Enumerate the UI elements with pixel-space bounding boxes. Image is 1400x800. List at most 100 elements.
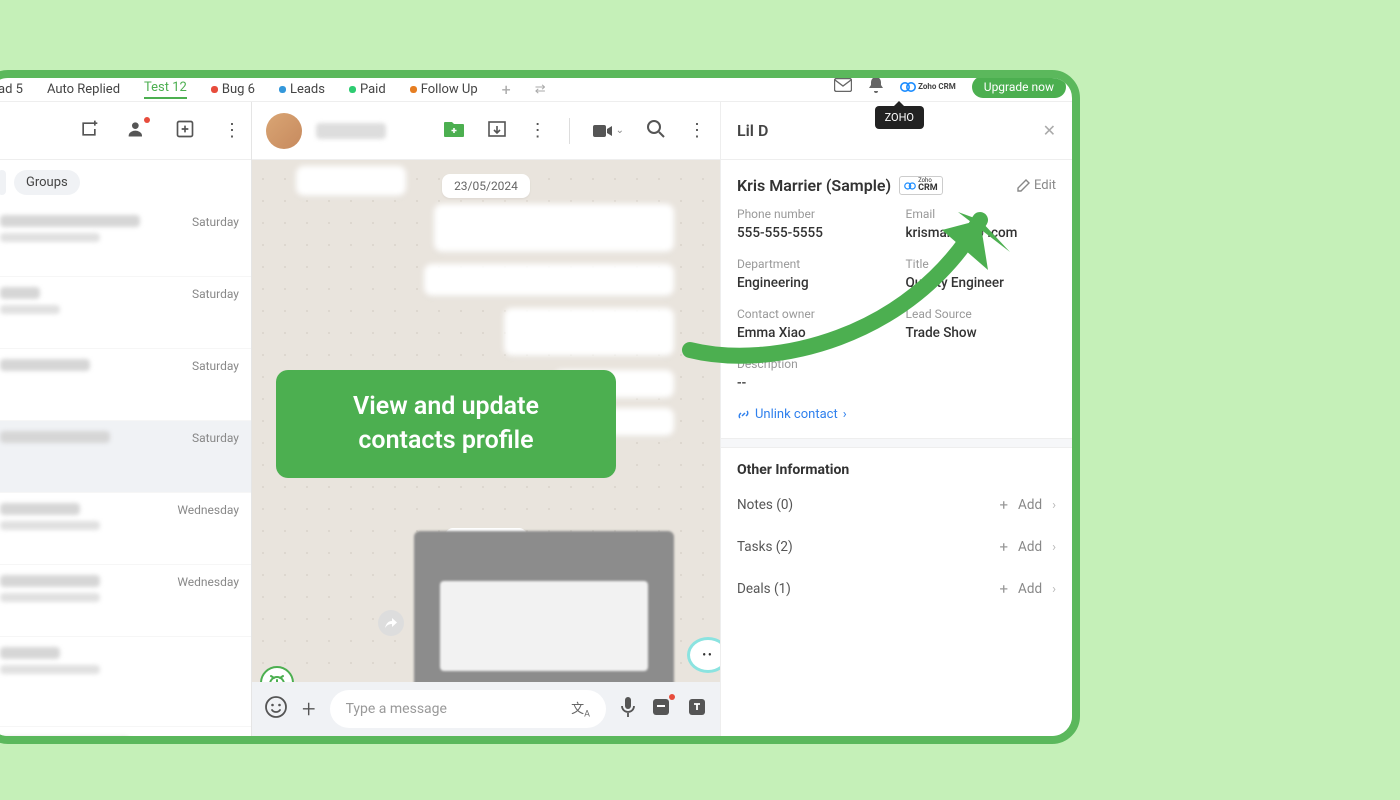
quick-reply-icon[interactable] [650, 696, 672, 722]
archive-icon[interactable] [487, 119, 507, 143]
list-item[interactable] [0, 637, 251, 727]
tab-unread[interactable]: ad 5 [0, 82, 23, 97]
tab-bug[interactable]: Bug 6 [211, 82, 255, 97]
message-input-row: + Type a message 文A [252, 682, 720, 736]
field-label: Lead Source [906, 307, 1057, 321]
add-label[interactable]: Add [1018, 581, 1042, 597]
tab-add[interactable]: + [502, 80, 511, 99]
add-label[interactable]: Add [1018, 539, 1042, 555]
list-item[interactable]: Wednesday [0, 565, 251, 637]
conversation-panel: ⋮ ⌄ ⋮ 23/05/2024 [252, 102, 720, 736]
tab-paid-label: Paid [360, 82, 386, 97]
deals-row[interactable]: Deals (1) + Add › [721, 568, 1072, 610]
field-label: Title [906, 257, 1057, 271]
video-call-icon[interactable]: ⌄ [592, 123, 624, 139]
tab-paid[interactable]: Paid [349, 82, 386, 97]
chat-date: Saturday [192, 431, 239, 445]
field-phone: Phone number 555-555-5555 [737, 207, 888, 241]
callout-line-2: contacts profile [316, 424, 576, 458]
chat-date: Saturday [192, 359, 239, 373]
message-blurred [296, 166, 406, 196]
filter-all[interactable] [0, 170, 6, 195]
message-blurred [434, 204, 674, 252]
message-blurred [504, 308, 674, 356]
compose-icon[interactable] [175, 119, 195, 143]
message-input[interactable]: Type a message 文A [330, 690, 606, 728]
list-item[interactable]: Saturday [0, 349, 251, 421]
crm-contact-header: Kris Marrier (Sample) ZohoCRM Edit [721, 160, 1072, 201]
field-title: Title Quality Engineer [906, 257, 1057, 291]
template-icon[interactable] [686, 696, 708, 722]
top-tab-bar: ad 5 Auto Replied Test 12 Bug 6 Leads Pa… [0, 78, 1072, 102]
plus-icon[interactable]: + [1000, 538, 1009, 556]
tab-bug-label: Bug 6 [222, 82, 255, 97]
edit-label: Edit [1034, 178, 1056, 193]
filter-groups[interactable]: Groups [14, 170, 80, 195]
chat-date: Saturday [192, 215, 239, 229]
annotation-callout: View and update contacts profile [276, 370, 616, 478]
date-divider: 23/05/2024 [442, 174, 530, 198]
field-lead-source: Lead Source Trade Show [906, 307, 1057, 341]
field-value: Trade Show [906, 325, 1057, 341]
other-info-title: Other Information [721, 448, 1072, 484]
add-contact-icon[interactable] [127, 119, 147, 143]
list-item[interactable]: 04/06/2024 [0, 727, 251, 736]
crm-contact-name: Kris Marrier (Sample) [737, 176, 891, 195]
chevron-right-icon: › [1052, 498, 1056, 513]
deals-label: Deals (1) [737, 581, 791, 597]
emoji-icon[interactable] [264, 695, 288, 723]
translate-icon[interactable]: 文A [571, 698, 590, 720]
tab-settings-icon[interactable]: ⇄ [535, 82, 546, 97]
crm-badge-text: CRM [918, 183, 938, 193]
field-description: Description -- [737, 357, 1056, 391]
unlink-contact-button[interactable]: Unlink contact › [721, 407, 1072, 438]
field-value: -- [737, 375, 1056, 391]
upgrade-button[interactable]: Upgrade now [972, 76, 1066, 98]
field-value: Emma Xiao [737, 325, 888, 341]
chat-list[interactable]: Saturday Saturday Saturday Saturday Wedn… [0, 205, 251, 736]
add-label[interactable]: Add [1018, 497, 1042, 513]
tab-follow-up[interactable]: Follow Up [410, 82, 478, 97]
forward-icon[interactable] [378, 610, 404, 636]
more-icon[interactable]: ⋮ [223, 120, 241, 141]
field-label: Contact owner [737, 307, 888, 321]
list-item[interactable]: Saturday [0, 205, 251, 277]
chat-list-header: ⋮ [0, 102, 251, 160]
field-value: 555-555-5555 [737, 225, 888, 241]
tasks-label: Tasks (2) [737, 539, 793, 555]
chat-date: Wednesday [177, 503, 239, 517]
bell-icon[interactable] [868, 76, 884, 98]
tab-leads[interactable]: Leads [279, 82, 325, 97]
tab-test[interactable]: Test 12 [144, 80, 187, 99]
list-item[interactable]: Saturday [0, 421, 251, 493]
mic-icon[interactable] [620, 696, 636, 722]
list-item[interactable]: Wednesday [0, 493, 251, 565]
tab-auto-replied[interactable]: Auto Replied [47, 82, 120, 97]
assistant-icon[interactable] [690, 640, 720, 670]
field-value: Engineering [737, 275, 888, 291]
edit-button[interactable]: Edit [1017, 178, 1056, 193]
plus-icon[interactable]: + [1000, 496, 1009, 514]
unlink-label: Unlink contact [755, 407, 838, 422]
avatar[interactable] [266, 113, 302, 149]
mail-icon[interactable] [834, 78, 852, 96]
conversation-menu-icon[interactable]: ⋮ [688, 120, 706, 141]
new-chat-icon[interactable] [79, 119, 99, 143]
chat-more-icon[interactable]: ⋮ [529, 120, 547, 141]
plus-icon[interactable]: + [1000, 580, 1009, 598]
conversation-header: ⋮ ⌄ ⋮ [252, 102, 720, 160]
tab-leads-label: Leads [290, 82, 325, 97]
chat-list-panel: ⋮ Groups Saturday Saturday Saturday Satu… [0, 102, 252, 736]
new-folder-icon[interactable] [443, 120, 465, 142]
search-icon[interactable] [646, 119, 666, 143]
field-owner: Contact owner Emma Xiao [737, 307, 888, 341]
attach-icon[interactable]: + [302, 695, 316, 723]
close-icon[interactable]: ✕ [1043, 121, 1056, 140]
crm-integration-icon[interactable]: Zoho CRM [900, 79, 956, 95]
reminder-icon[interactable] [260, 666, 294, 682]
field-label: Email [906, 207, 1057, 221]
notes-row[interactable]: Notes (0) + Add › [721, 484, 1072, 526]
tasks-row[interactable]: Tasks (2) + Add › [721, 526, 1072, 568]
conversation-body[interactable]: 23/05/2024 View and update contacts prof… [252, 160, 720, 682]
list-item[interactable]: Saturday [0, 277, 251, 349]
